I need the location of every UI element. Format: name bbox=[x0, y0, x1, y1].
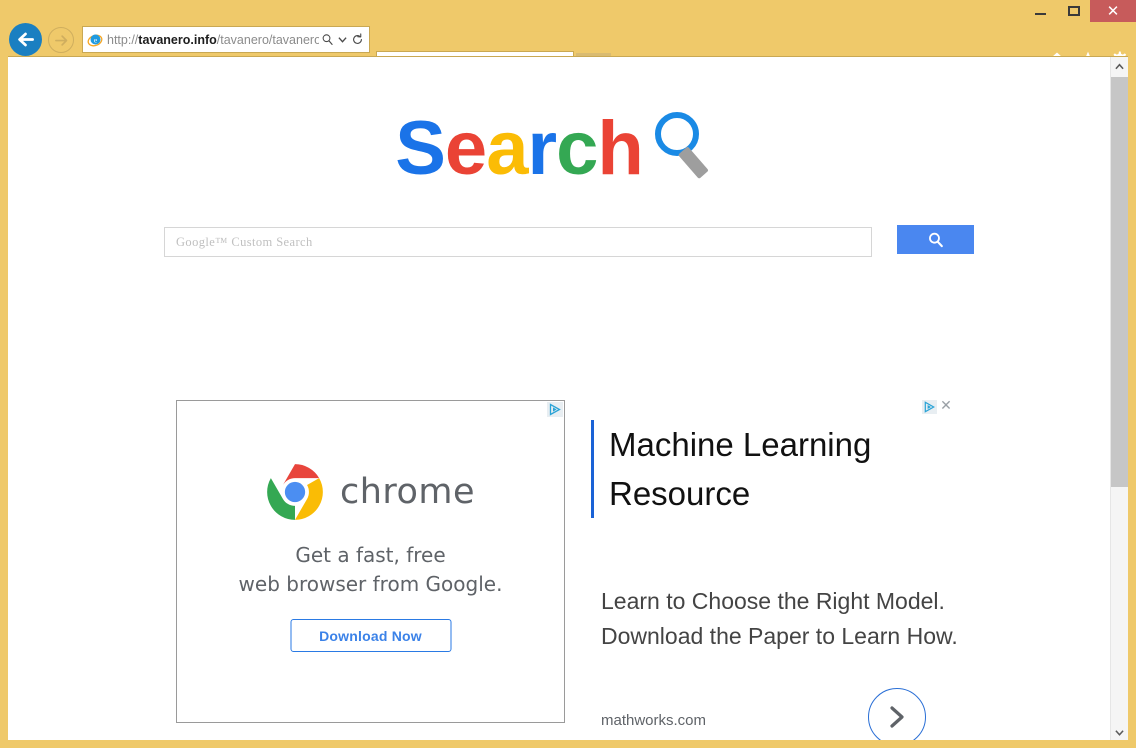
logo-letter-s: S bbox=[395, 106, 446, 191]
window-controls: ✕ bbox=[1024, 0, 1136, 22]
page-viewport: Search Google™ Custom Search chrome Get … bbox=[8, 56, 1128, 740]
ad-headline-line2: Resource bbox=[609, 475, 751, 512]
site-logo: Search bbox=[8, 105, 1110, 192]
forward-button[interactable] bbox=[48, 27, 74, 53]
internet-explorer-icon: e bbox=[87, 34, 103, 46]
arrow-left-icon bbox=[18, 32, 34, 47]
search-row: Google™ Custom Search bbox=[164, 225, 974, 257]
ad-headline: Machine Learning Resource bbox=[591, 420, 931, 518]
maximize-icon bbox=[1067, 6, 1080, 16]
search-input[interactable]: Google™ Custom Search bbox=[164, 227, 872, 257]
logo-letter-r: r bbox=[527, 106, 557, 191]
ad-body-text: Learn to Choose the Right Model. Downloa… bbox=[601, 588, 958, 649]
download-now-button[interactable]: Download Now bbox=[290, 619, 451, 652]
search-placeholder: Google™ Custom Search bbox=[176, 234, 313, 249]
vertical-scrollbar[interactable] bbox=[1110, 57, 1128, 740]
chevron-down-icon bbox=[1115, 729, 1124, 736]
browser-window: ✕ e http://tavanero.info/tavanero/tavane bbox=[0, 0, 1136, 748]
chrome-tagline-line2: web browser from Google. bbox=[238, 572, 503, 596]
url-path: /tavanero/tavanero. bbox=[216, 32, 319, 47]
url-domain: tavanero.info bbox=[138, 32, 217, 47]
adchoices-icon[interactable] bbox=[547, 402, 563, 417]
ad-close-icon[interactable]: ✕ bbox=[939, 399, 953, 414]
close-window-button[interactable]: ✕ bbox=[1090, 0, 1136, 22]
ad-controls: ✕ bbox=[922, 399, 953, 414]
back-button[interactable] bbox=[9, 23, 42, 56]
address-bar[interactable]: e http://tavanero.info/tavanero/tavanero… bbox=[82, 26, 370, 53]
title-bar: ✕ bbox=[0, 0, 1136, 22]
minimize-icon bbox=[1035, 13, 1046, 15]
logo-letter-a: a bbox=[486, 106, 528, 191]
refresh-icon[interactable] bbox=[349, 33, 366, 46]
ad-headline-line1: Machine Learning bbox=[609, 426, 872, 463]
logo-letter-e: e bbox=[444, 106, 487, 191]
minimize-button[interactable] bbox=[1024, 0, 1057, 22]
logo-letter-c: c bbox=[556, 106, 598, 191]
chrome-tagline-line1: Get a fast, free bbox=[295, 543, 446, 567]
page-content: Search Google™ Custom Search chrome Get … bbox=[8, 57, 1110, 740]
address-search-icon[interactable] bbox=[319, 33, 336, 46]
address-bar-url: http://tavanero.info/tavanero/tavanero. bbox=[107, 33, 319, 47]
arrow-right-icon bbox=[54, 34, 67, 46]
chrome-tagline: Get a fast, free web browser from Google… bbox=[177, 541, 564, 599]
search-icon bbox=[928, 232, 943, 247]
adchoices-icon[interactable] bbox=[922, 400, 937, 414]
chrome-ad[interactable]: chrome Get a fast, free web browser from… bbox=[176, 400, 565, 723]
chrome-brand-text: chrome bbox=[339, 472, 476, 512]
chevron-up-icon bbox=[1115, 63, 1124, 69]
ad-next-button[interactable] bbox=[868, 688, 926, 740]
scrollbar-thumb[interactable] bbox=[1111, 77, 1128, 487]
url-prefix: http:// bbox=[107, 32, 139, 47]
chrome-brand-row: chrome bbox=[177, 463, 564, 521]
magnifying-glass-icon bbox=[654, 111, 708, 178]
close-icon: ✕ bbox=[1106, 1, 1120, 20]
ad-display-url: mathworks.com bbox=[601, 712, 707, 729]
scroll-down-button[interactable] bbox=[1111, 723, 1128, 740]
chrome-logo-icon bbox=[267, 464, 323, 520]
maximize-button[interactable] bbox=[1057, 0, 1090, 22]
navigation-bar: e http://tavanero.info/tavanero/tavanero… bbox=[0, 22, 1136, 78]
download-now-label: Download Now bbox=[319, 627, 422, 644]
scroll-up-button[interactable] bbox=[1111, 57, 1128, 75]
mathworks-ad[interactable]: ✕ Machine Learning Resource Learn to Cho… bbox=[583, 399, 973, 740]
address-dropdown-icon[interactable] bbox=[336, 35, 349, 44]
search-submit-button[interactable] bbox=[897, 225, 974, 254]
chevron-right-icon bbox=[890, 706, 904, 728]
logo-letter-h: h bbox=[597, 106, 643, 191]
